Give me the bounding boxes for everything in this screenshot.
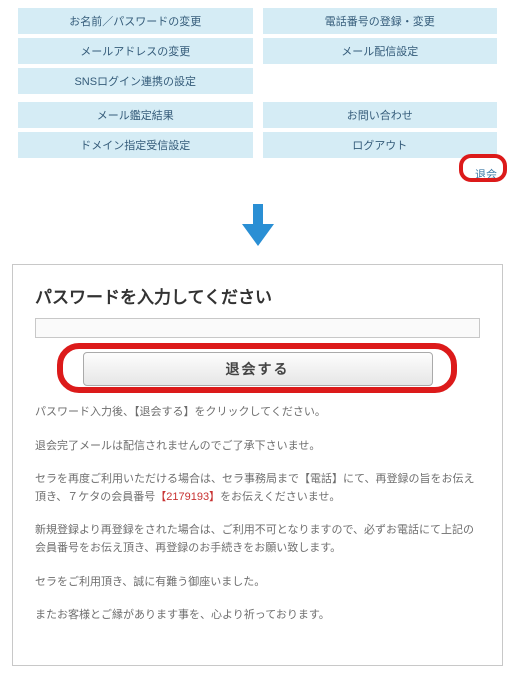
menu-item-email[interactable]: メールアドレスの変更: [18, 38, 253, 64]
menu-item-phone[interactable]: 電話番号の登録・変更: [263, 8, 498, 34]
menu-item-mail-delivery[interactable]: メール配信設定: [263, 38, 498, 64]
note-closing: またお客様とご縁があります事を、心より祈っております。: [35, 607, 480, 625]
withdraw-card: パスワードを入力してください 退会する パスワード入力後、【退会する】をクリック…: [12, 264, 503, 666]
menu-group-1: お名前／パスワードの変更 電話番号の登録・変更 メールアドレスの変更 メール配信…: [18, 8, 497, 94]
note-reregister-c: をお伝えくださいませ。: [220, 491, 340, 503]
withdraw-submit-button[interactable]: 退会する: [83, 352, 433, 386]
menu-item-contact[interactable]: お問い合わせ: [263, 102, 498, 128]
member-number: 【2179193】: [155, 491, 220, 503]
note-thanks: セラをご利用頂き、誠に有難う御座いました。: [35, 574, 480, 592]
note-no-mail: 退会完了メールは配信されませんのでご了承下さいませ。: [35, 438, 480, 456]
arrow-down-icon: [0, 182, 515, 254]
note-reregister: セラを再度ご利用いただける場合は、セラ事務局まで【電話】にて、再登録の旨をお伝え…: [35, 471, 480, 506]
note-instruction: パスワード入力後、【退会する】をクリックしてください。: [35, 404, 480, 422]
menu-group-2: メール鑑定結果 お問い合わせ ドメイン指定受信設定 ログアウト: [18, 102, 497, 158]
menu-item-sns[interactable]: SNSログイン連携の設定: [18, 68, 253, 94]
menu-item-domain-receive[interactable]: ドメイン指定受信設定: [18, 132, 253, 158]
menu-item-mail-result[interactable]: メール鑑定結果: [18, 102, 253, 128]
withdraw-link[interactable]: 退会: [475, 166, 497, 182]
note-newreg-warning: 新規登録より再登録をされた場合は、ご利用不可となりますので、必ずお電話にて上記の…: [35, 522, 480, 557]
card-title: パスワードを入力してください: [35, 283, 480, 308]
menu-item-logout[interactable]: ログアウト: [263, 132, 498, 158]
menu-item-name-password[interactable]: お名前／パスワードの変更: [18, 8, 253, 34]
password-input[interactable]: [35, 318, 480, 338]
settings-menu: お名前／パスワードの変更 電話番号の登録・変更 メールアドレスの変更 メール配信…: [0, 0, 515, 162]
